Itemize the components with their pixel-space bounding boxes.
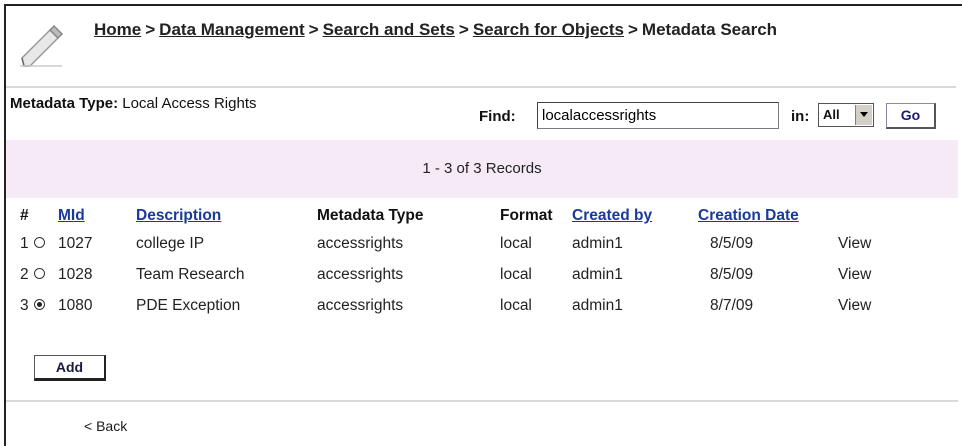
breadcrumb-separator: > xyxy=(308,20,319,39)
metadata-type-cell: accessrights xyxy=(317,234,404,252)
creation-date-cell: 8/5/09 xyxy=(710,265,754,283)
row-number: 3 xyxy=(20,296,29,314)
row-number-cell: 3 xyxy=(20,290,58,321)
column-header-created-by[interactable]: Created by xyxy=(572,204,698,228)
breadcrumb-separator: > xyxy=(458,20,469,39)
back-link[interactable]: < Back xyxy=(84,418,127,434)
find-input[interactable] xyxy=(537,102,779,129)
description-cell: PDE Exception xyxy=(136,296,241,314)
mid-cell: 1080 xyxy=(58,296,93,314)
creation-date-cell: 8/7/09 xyxy=(710,296,754,314)
column-header-metadata-type: Metadata Type xyxy=(317,207,424,224)
breadcrumb-separator: > xyxy=(145,20,156,39)
footer-divider xyxy=(6,400,958,402)
description-cell: Team Research xyxy=(136,265,245,283)
table-header-row: # MId Description Metadata Type Format C… xyxy=(20,204,888,228)
description-cell: college IP xyxy=(136,234,205,252)
format-cell: local xyxy=(500,265,532,283)
metadata-type-value: Local Access Rights xyxy=(122,95,257,112)
breadcrumb-current: Metadata Search xyxy=(641,20,778,39)
metadata-type-label: Metadata Type: xyxy=(10,95,119,112)
mid-cell: 1028 xyxy=(58,265,93,283)
column-header-number: # xyxy=(20,207,29,224)
in-select-value: All xyxy=(823,107,840,122)
breadcrumb-separator: > xyxy=(627,20,638,39)
view-link[interactable]: View xyxy=(838,290,888,321)
row-radio[interactable] xyxy=(33,267,45,279)
pencil-icon xyxy=(20,24,64,67)
metadata-type-cell: accessrights xyxy=(317,265,404,283)
header-divider xyxy=(6,86,956,88)
breadcrumb-link-data-management[interactable]: Data Management xyxy=(159,20,304,39)
results-band: 1 - 3 of 3 Records xyxy=(6,140,958,198)
table-row: 1 1027 college IP accessrights local adm… xyxy=(20,228,888,259)
column-header-format: Format xyxy=(500,207,553,224)
breadcrumb-link-home[interactable]: Home xyxy=(94,20,141,39)
creation-date-cell: 8/5/09 xyxy=(710,234,754,252)
view-link[interactable]: View xyxy=(838,228,888,259)
mid-cell: 1027 xyxy=(58,234,93,252)
chevron-down-icon[interactable] xyxy=(855,105,872,125)
column-header-description[interactable]: Description xyxy=(136,204,317,228)
records-count: 1 - 3 of 3 Records xyxy=(422,160,542,177)
add-button[interactable]: Add xyxy=(34,355,106,381)
row-radio[interactable] xyxy=(33,236,45,248)
in-select[interactable]: All xyxy=(818,103,874,127)
column-header-mid[interactable]: MId xyxy=(58,204,136,228)
in-label: in: xyxy=(791,108,810,125)
row-number: 1 xyxy=(20,234,29,252)
metadata-type-cell: accessrights xyxy=(317,296,404,314)
header: Home > Data Management > Search and Sets > Sea… xyxy=(10,14,955,74)
table-row: 3 1080 PDE Exception accessrights local … xyxy=(20,290,888,321)
format-cell: local xyxy=(500,296,532,314)
column-header-creation-date[interactable]: Creation Date xyxy=(698,204,838,228)
metadata-type-display: Metadata Type: Local Access Rights xyxy=(10,95,256,112)
go-button[interactable]: Go xyxy=(886,103,936,129)
column-header-action xyxy=(838,204,888,228)
breadcrumb-link-search-for-objects[interactable]: Search for Objects xyxy=(473,20,624,39)
row-number: 2 xyxy=(20,265,29,283)
table-row: 2 1028 Team Research accessrights local … xyxy=(20,259,888,290)
results-table: # MId Description Metadata Type Format C… xyxy=(20,204,888,321)
created-by-cell: admin1 xyxy=(572,296,623,314)
format-cell: local xyxy=(500,234,532,252)
breadcrumb-link-search-and-sets[interactable]: Search and Sets xyxy=(323,20,455,39)
created-by-cell: admin1 xyxy=(572,265,623,283)
row-number-cell: 1 xyxy=(20,228,58,259)
row-number-cell: 2 xyxy=(20,259,58,290)
find-label: Find: xyxy=(479,108,516,125)
created-by-cell: admin1 xyxy=(572,234,623,252)
breadcrumb: Home > Data Management > Search and Sets > Sea… xyxy=(94,20,777,40)
row-radio-selected[interactable] xyxy=(33,298,45,310)
view-link[interactable]: View xyxy=(838,259,888,290)
